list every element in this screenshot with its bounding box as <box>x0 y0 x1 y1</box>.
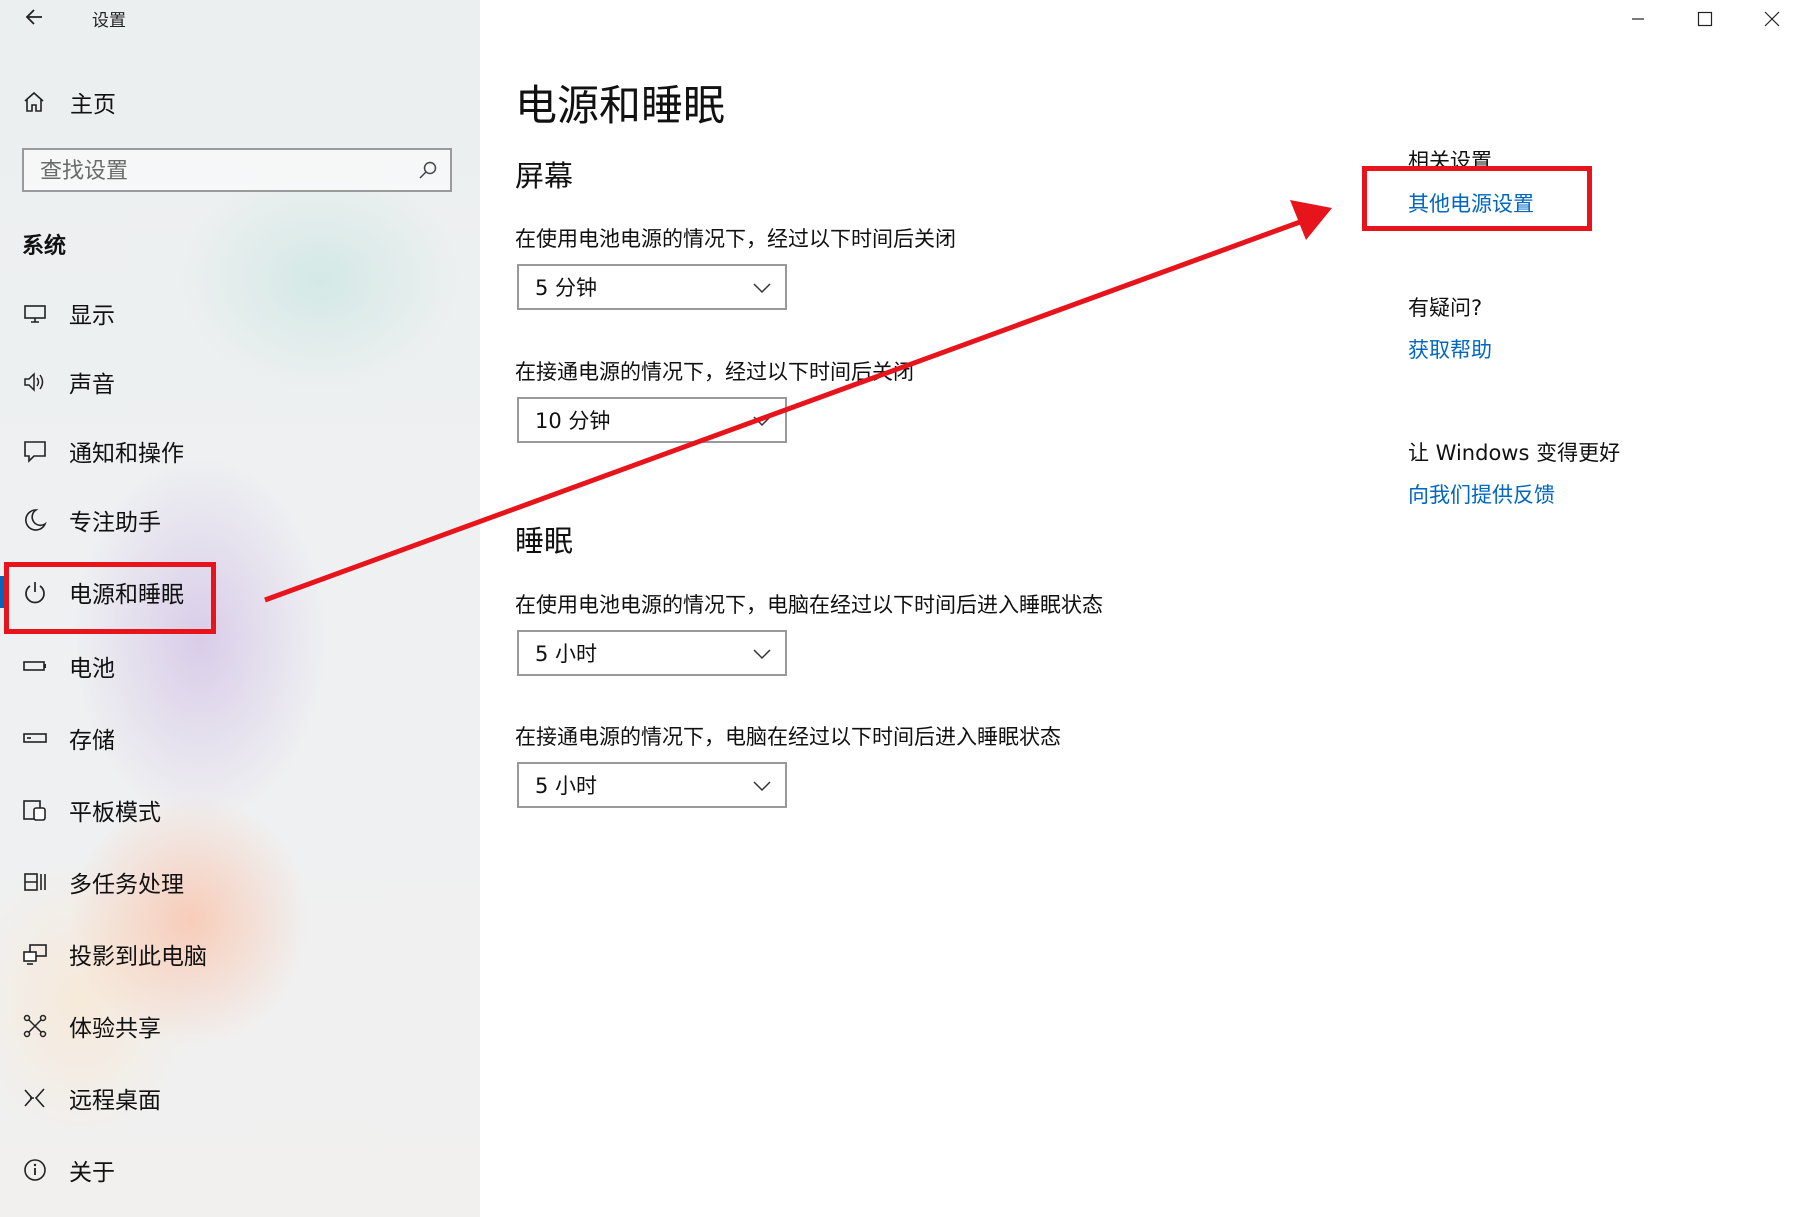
window-title: 设置 <box>92 11 126 31</box>
annotation-box-link <box>1362 166 1592 231</box>
share-icon <box>23 1014 47 1038</box>
search-icon[interactable] <box>418 160 438 180</box>
sidebar-item-label: 显示 <box>69 303 115 329</box>
maximize-icon <box>1697 11 1713 27</box>
remote-desktop-icon <box>24 1088 45 1108</box>
sidebar-item-label: 电池 <box>69 656 115 682</box>
sidebar-item-sound[interactable]: 声音 <box>0 352 480 412</box>
info-icon <box>24 1159 46 1181</box>
dropdown-value: 5 小时 <box>535 774 598 798</box>
sleep-battery-dropdown[interactable]: 5 小时 <box>517 630 787 676</box>
sidebar-item-remote-desktop[interactable]: 远程桌面 <box>0 1068 480 1128</box>
sidebar-item-label: 主页 <box>70 92 116 118</box>
get-help-link[interactable]: 获取帮助 <box>1408 334 1492 364</box>
page-title: 电源和睡眠 <box>515 81 726 130</box>
sidebar-item-label: 通知和操作 <box>69 441 184 467</box>
sleep-plugged-label: 在接通电源的情况下，电脑在经过以下时间后进入睡眠状态 <box>515 725 1061 749</box>
sidebar: 设置 主页 系统 显示 声音 通知和操作 <box>0 0 480 1217</box>
section-title-screen: 屏幕 <box>515 159 574 193</box>
maximize-button[interactable] <box>1675 2 1735 36</box>
chevron-down-icon <box>753 283 771 294</box>
sleep-plugged-dropdown[interactable]: 5 小时 <box>517 762 787 808</box>
close-button[interactable] <box>1742 2 1795 36</box>
help-heading: 有疑问? <box>1408 296 1483 320</box>
sidebar-item-label: 远程桌面 <box>69 1088 161 1114</box>
display-icon <box>24 305 46 323</box>
speaker-icon <box>24 372 44 392</box>
sidebar-item-label: 平板模式 <box>69 800 161 826</box>
tablet-icon <box>23 800 46 821</box>
chevron-down-icon <box>753 649 771 660</box>
sidebar-item-home[interactable]: 主页 <box>22 84 116 120</box>
project-icon <box>23 944 47 965</box>
moon-icon <box>25 509 47 531</box>
battery-icon <box>23 661 46 671</box>
close-icon <box>1764 11 1780 27</box>
storage-icon <box>23 733 47 743</box>
sidebar-item-label: 多任务处理 <box>69 872 184 898</box>
sidebar-item-label: 关于 <box>69 1160 115 1186</box>
minimize-icon <box>1632 18 1644 20</box>
screen-plugged-dropdown[interactable]: 10 分钟 <box>517 397 787 443</box>
sidebar-item-battery[interactable]: 电池 <box>0 636 480 696</box>
search-box[interactable] <box>22 148 452 192</box>
minimize-button[interactable] <box>1608 2 1668 36</box>
group-label-system: 系统 <box>22 234 67 259</box>
give-feedback-link[interactable]: 向我们提供反馈 <box>1408 479 1555 509</box>
dropdown-value: 5 分钟 <box>535 276 598 300</box>
sidebar-item-project[interactable]: 投影到此电脑 <box>0 924 480 984</box>
dropdown-value: 10 分钟 <box>535 409 611 433</box>
sidebar-item-multitasking[interactable]: 多任务处理 <box>0 852 480 912</box>
screen-battery-dropdown[interactable]: 5 分钟 <box>517 264 787 310</box>
sleep-battery-label: 在使用电池电源的情况下，电脑在经过以下时间后进入睡眠状态 <box>515 593 1103 617</box>
notification-icon <box>24 441 46 463</box>
sidebar-item-shared-experiences[interactable]: 体验共享 <box>0 996 480 1056</box>
sidebar-item-label: 体验共享 <box>69 1016 161 1042</box>
screen-battery-label: 在使用电池电源的情况下，经过以下时间后关闭 <box>515 227 956 251</box>
sidebar-item-label: 投影到此电脑 <box>69 944 207 970</box>
search-input[interactable] <box>38 150 402 192</box>
sidebar-item-label: 存储 <box>69 728 115 754</box>
chevron-down-icon <box>753 416 771 427</box>
dropdown-value: 5 小时 <box>535 642 598 666</box>
sidebar-item-focus-assist[interactable]: 专注助手 <box>0 490 480 550</box>
back-arrow-icon <box>25 9 42 25</box>
back-button[interactable] <box>22 4 48 30</box>
sidebar-item-storage[interactable]: 存储 <box>0 708 480 768</box>
sidebar-item-about[interactable]: 关于 <box>0 1140 480 1200</box>
sidebar-item-label: 声音 <box>69 372 115 398</box>
sidebar-item-tablet-mode[interactable]: 平板模式 <box>0 780 480 840</box>
section-title-sleep: 睡眠 <box>515 524 574 558</box>
sidebar-item-label: 专注助手 <box>69 510 161 536</box>
multitask-icon <box>24 873 46 891</box>
screen-plugged-label: 在接通电源的情况下，经过以下时间后关闭 <box>515 360 914 384</box>
annotation-box-sidebar <box>4 562 216 634</box>
home-icon <box>24 91 44 112</box>
sidebar-item-notifications[interactable]: 通知和操作 <box>0 421 480 481</box>
sidebar-item-display[interactable]: 显示 <box>0 283 480 343</box>
feedback-heading: 让 Windows 变得更好 <box>1408 441 1621 465</box>
chevron-down-icon <box>753 781 771 792</box>
